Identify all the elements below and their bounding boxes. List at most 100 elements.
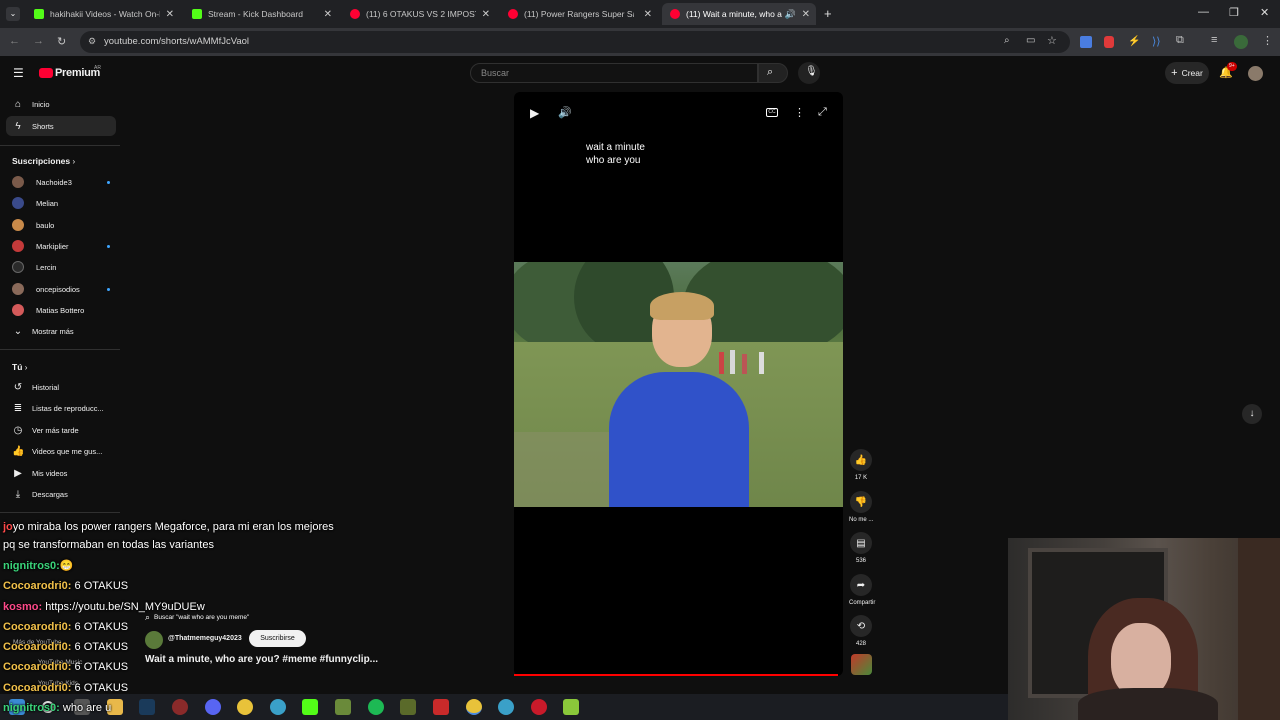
browser-menu-icon[interactable]: ⋮ <box>1262 34 1273 47</box>
remix-count: 428 <box>855 641 866 647</box>
browser-tab[interactable]: hakihakii Videos - Watch On-Demand ✕ <box>26 3 180 25</box>
sidebar-item-channel[interactable]: Matias Bottero <box>6 300 116 320</box>
sidebar-item-downloads[interactable]: ⤓ Descargas <box>6 484 116 504</box>
sidebar-item-channel[interactable]: Lercin <box>6 257 116 277</box>
more-options-icon[interactable]: ⋮ <box>794 106 805 119</box>
search-button[interactable]: ⌕ <box>758 63 788 83</box>
site-info-icon[interactable]: ⚙ <box>88 36 96 47</box>
minimize-icon[interactable]: — <box>1198 6 1209 18</box>
chat-message: Cocoarodri0: 6 OTAKUS <box>3 580 129 592</box>
chrome-active-icon[interactable] <box>466 699 482 715</box>
subscribe-button[interactable]: Suscribirse <box>249 630 306 647</box>
kick-icon[interactable] <box>302 699 318 715</box>
dislike-button[interactable]: 👎 No me ... <box>849 491 873 523</box>
volume-icon[interactable]: 🔊 <box>558 106 572 119</box>
short-title[interactable]: Wait a minute, who are you? #meme #funny… <box>145 654 378 665</box>
search-input[interactable]: Buscar <box>470 63 758 83</box>
show-more-label: Mostrar más <box>32 326 74 336</box>
shorts-player[interactable]: ▶ 🔊 CC ⋮ ⤢ wait a minute who are you <box>514 92 843 676</box>
opera-icon[interactable] <box>531 699 547 715</box>
browser-tab[interactable]: (11) Power Rangers Super Samurai ✕ <box>500 3 658 25</box>
sidebar-item-playlists[interactable]: ≣ Listas de reproducc... <box>6 398 116 418</box>
profile-avatar[interactable] <box>1234 35 1248 49</box>
chat-message: Cocoarodri0: 6 OTAKUS <box>3 682 129 694</box>
steam-icon[interactable] <box>139 699 155 715</box>
sidebar-item-label: Videos que me gus... <box>32 446 103 456</box>
close-tab-icon[interactable]: ✕ <box>482 9 490 20</box>
new-content-dot <box>107 180 110 184</box>
chrome-icon[interactable] <box>237 699 253 715</box>
streamer-face <box>1111 623 1171 698</box>
media-controls-icon[interactable]: ≡ <box>1211 34 1217 46</box>
play-icon[interactable]: ▶ <box>530 106 539 120</box>
sidebar-item-channel[interactable]: Melian <box>6 193 116 213</box>
app-icon[interactable] <box>172 699 188 715</box>
remix-button[interactable]: ⟲ 428 <box>849 615 873 647</box>
next-short-arrow-icon[interactable]: ↓ <box>1242 404 1262 424</box>
sidebar-item-channel[interactable]: Nachoide3 <box>6 172 116 192</box>
new-tab-icon[interactable]: + <box>824 6 832 21</box>
browser-tab-active[interactable]: (11) Wait a minute, who are you? 🔊 ✕ <box>662 3 816 25</box>
sidebar-item-home[interactable]: ⌂ Inicio <box>6 94 116 114</box>
close-tab-icon[interactable]: ✕ <box>166 9 174 20</box>
sidebar-item-channel[interactable]: oncepisodios <box>6 279 116 299</box>
channel-avatar[interactable] <box>145 631 163 649</box>
subscriptions-header[interactable]: Suscripciones › <box>12 156 75 166</box>
voicemod-icon[interactable] <box>433 699 449 715</box>
tab-title: (11) Wait a minute, who are you? <box>686 9 782 19</box>
like-button[interactable]: 👍 17 K <box>849 449 873 481</box>
bookmark-star-icon[interactable]: ☆ <box>1047 34 1057 47</box>
sidebar-item-shorts[interactable]: ϟ Shorts <box>6 116 116 136</box>
sidebar-item-history[interactable]: ↺ Historial <box>6 377 116 397</box>
close-tab-icon[interactable]: ✕ <box>802 9 810 20</box>
close-tab-icon[interactable]: ✕ <box>324 9 332 20</box>
extensions-puzzle-icon[interactable]: ⧉ <box>1176 34 1184 47</box>
back-icon[interactable]: ← <box>9 35 20 47</box>
discord-icon[interactable] <box>205 699 221 715</box>
forward-icon[interactable]: → <box>33 35 44 47</box>
address-bar[interactable]: ⚙ youtube.com/shorts/wAMMfJcVaol ⌕ ▭ ☆ <box>80 31 1070 53</box>
audio-playing-icon[interactable]: 🔊 <box>785 9 796 20</box>
extension-icon[interactable]: ⟩⟩ <box>1152 35 1161 48</box>
search-placeholder: Buscar <box>481 68 510 78</box>
dislike-icon: 👎 <box>850 491 872 513</box>
app-icon[interactable] <box>270 699 286 715</box>
show-more-button[interactable]: ⌄ Mostrar más <box>6 321 116 341</box>
browser-tab[interactable]: (11) 6 OTAKUS VS 2 IMPOSTORES ✕ <box>342 3 496 25</box>
app-icon[interactable] <box>400 699 416 715</box>
tab-search-button[interactable]: ⌄ <box>6 7 20 21</box>
sidebar-item-channel[interactable]: baulo <box>6 215 116 235</box>
sound-thumbnail[interactable] <box>851 654 872 675</box>
captions-icon[interactable]: CC <box>766 108 778 117</box>
account-avatar[interactable] <box>1248 66 1263 81</box>
voice-search-button[interactable]: 🎙 <box>798 62 820 84</box>
fullscreen-icon[interactable]: ⤢ <box>818 106 827 119</box>
comments-button[interactable]: ▤ 536 <box>849 532 873 564</box>
reload-icon[interactable]: ↻ <box>57 35 66 48</box>
minecraft-icon[interactable] <box>335 699 351 715</box>
sidebar-item-channel[interactable]: Markiplier <box>6 236 116 256</box>
extension-icon[interactable] <box>1104 36 1114 48</box>
spotify-icon[interactable] <box>368 699 384 715</box>
create-button[interactable]: + Crear <box>1165 62 1209 84</box>
cast-icon[interactable]: ▭ <box>1026 35 1035 46</box>
chat-message: nignitros0:😁 <box>3 560 74 572</box>
sidebar-item-my-videos[interactable]: ▶ Mis videos <box>6 463 116 483</box>
youtube-logo-icon[interactable] <box>39 68 53 78</box>
browser-tab[interactable]: Stream - Kick Dashboard ✕ <box>184 3 338 25</box>
app-icon[interactable] <box>563 699 579 715</box>
share-button[interactable]: ➦ Compartir <box>849 574 875 606</box>
close-tab-icon[interactable]: ✕ <box>644 9 652 20</box>
hamburger-menu-icon[interactable]: ☰ <box>13 66 24 80</box>
close-window-icon[interactable]: ✕ <box>1260 6 1269 19</box>
extension-icon[interactable] <box>1080 36 1092 48</box>
you-header[interactable]: Tú › <box>12 362 27 372</box>
app-icon[interactable] <box>498 699 514 715</box>
zoom-icon[interactable]: ⌕ <box>1004 35 1010 46</box>
extension-icon[interactable]: ⚡ <box>1128 36 1140 48</box>
restore-icon[interactable]: ❐ <box>1229 6 1239 19</box>
sidebar-item-liked-videos[interactable]: 👍 Videos que me gus... <box>6 441 116 461</box>
channel-handle[interactable]: @Thatmemeguy42023 <box>168 635 242 642</box>
video-progress-bar[interactable] <box>514 674 838 676</box>
sidebar-item-watch-later[interactable]: ◷ Ver más tarde <box>6 420 116 440</box>
